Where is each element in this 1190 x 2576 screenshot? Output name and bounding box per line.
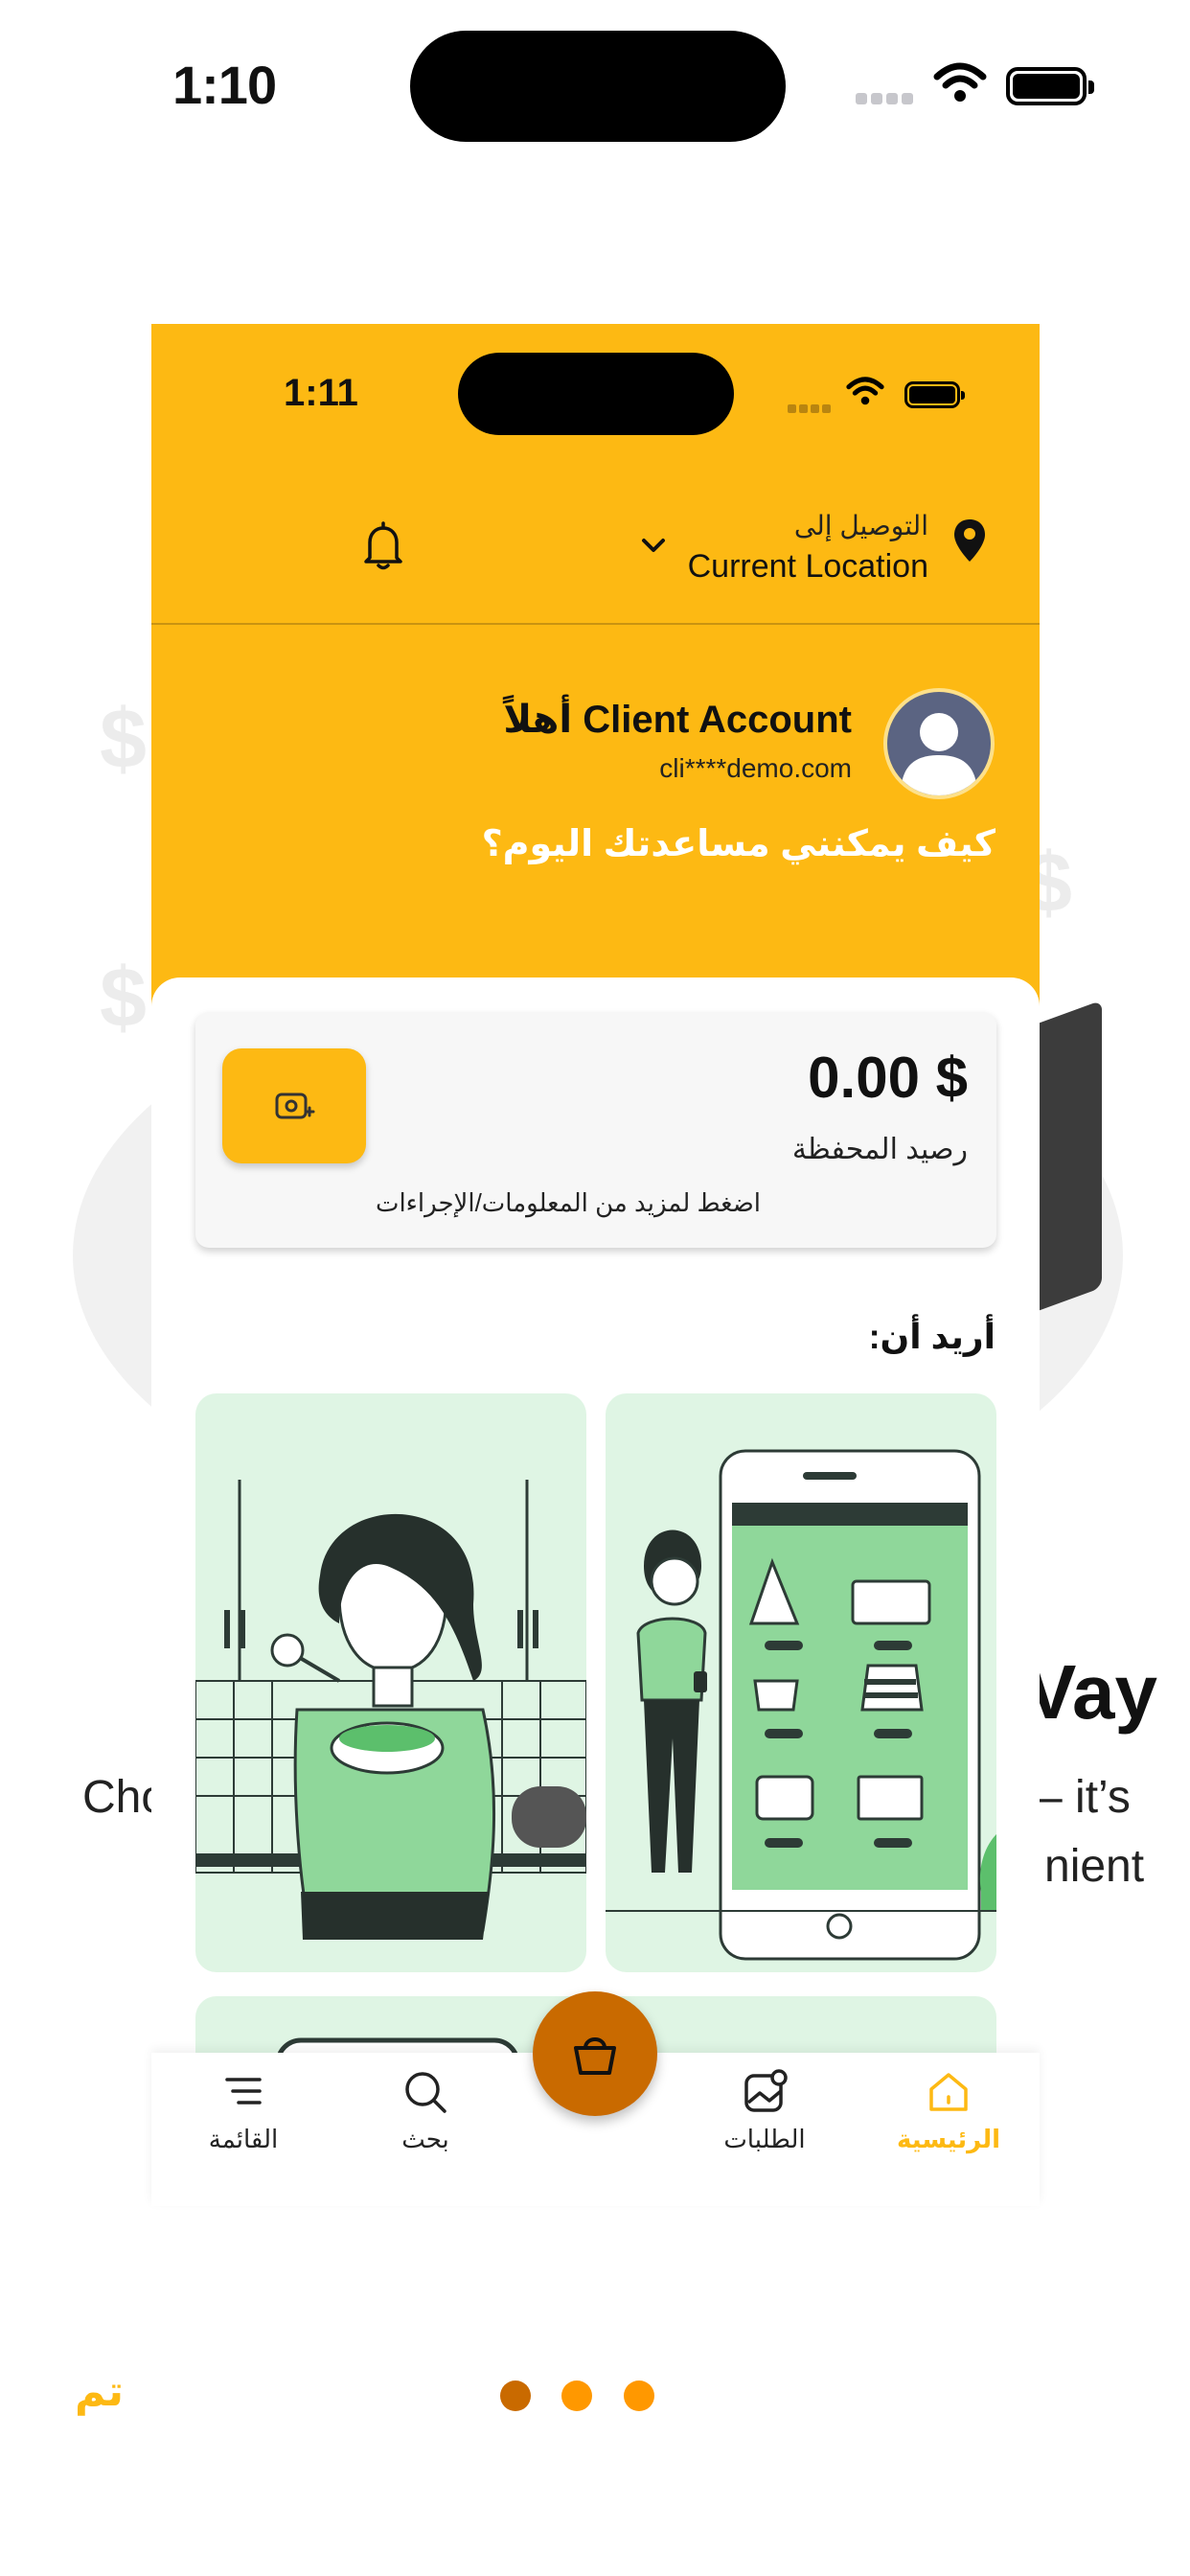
tab-orders-label: الطلبات — [723, 2125, 806, 2153]
greeting-text: أهلاً Client Account — [503, 699, 852, 741]
background-title-fragment: Vay — [1025, 1649, 1157, 1735]
outer-wifi-icon — [933, 62, 987, 102]
done-button[interactable]: تم — [75, 2367, 124, 2416]
shopping-illustration — [606, 1449, 996, 1961]
user-silhouette-icon — [901, 713, 977, 795]
tab-home-label: الرئيسية — [896, 2125, 1001, 2153]
orders-icon — [744, 2069, 788, 2112]
wallet-balance-amount: 0.00 $ — [808, 1046, 968, 1110]
section-title: أريد أن: — [868, 1317, 995, 1356]
home-icon — [929, 2073, 968, 2111]
wallet-add-icon — [275, 1092, 315, 1119]
user-email: cli****demo.com — [659, 753, 852, 783]
location-pin-icon[interactable] — [952, 518, 987, 564]
wallet-action-button[interactable] — [222, 1048, 366, 1163]
header-divider — [151, 623, 1040, 625]
outer-dynamic-island — [410, 31, 786, 142]
notification-bell-icon[interactable] — [360, 521, 406, 571]
page-dot-active[interactable] — [500, 2380, 531, 2411]
page-dot[interactable] — [623, 2380, 654, 2411]
tab-home[interactable]: الرئيسية — [891, 2068, 1006, 2154]
outer-status-time: 1:10 — [172, 55, 277, 115]
current-location-selector[interactable]: Current Location — [688, 548, 928, 586]
page-dot[interactable] — [561, 2380, 593, 2411]
cart-button[interactable] — [533, 1991, 657, 2116]
wallet-more-info-link[interactable]: اضغط لمزيد من المعلومات/الإجراءات — [376, 1188, 761, 1218]
inner-battery-icon — [904, 381, 965, 408]
background-text-fragment: nient — [1044, 1841, 1145, 1892]
dollar-decoration-icon: $ — [100, 691, 147, 786]
shopping-basket-icon — [574, 2037, 616, 2075]
inner-status-time: 1:11 — [284, 372, 358, 414]
dollar-decoration-icon: $ — [100, 950, 147, 1045]
avatar[interactable] — [883, 688, 995, 799]
chevron-down-icon[interactable] — [640, 537, 667, 556]
inner-signal-icon — [788, 401, 834, 418]
deliver-to-label: التوصيل إلى — [793, 511, 928, 540]
search-icon — [405, 2072, 446, 2113]
app-preview-screen: 1:11 التوصيل إلى Current Location أهلاً … — [151, 324, 1040, 2054]
wallet-balance-label: رصيد المحفظة — [791, 1134, 968, 1165]
background-text-fragment: – it’s — [1037, 1772, 1131, 1823]
help-prompt: كيف يمكنني مساعدتك اليوم؟ — [481, 824, 995, 864]
service-card-food[interactable] — [195, 1393, 586, 1972]
page-indicator[interactable] — [500, 2380, 681, 2416]
inner-wifi-icon — [846, 377, 884, 405]
menu-icon — [225, 2078, 262, 2104]
outer-battery-icon — [1006, 67, 1094, 105]
tab-menu[interactable]: القائمة — [186, 2068, 301, 2154]
wallet-card[interactable]: 0.00 $ رصيد المحفظة اضغط لمزيد من المعلو… — [195, 1012, 996, 1248]
service-card-shopping[interactable] — [606, 1393, 996, 1972]
tab-search[interactable]: بحث — [368, 2068, 483, 2154]
outer-signal-icon — [856, 92, 917, 104]
tab-search-label: بحث — [401, 2125, 449, 2153]
food-illustration — [195, 1480, 586, 1940]
tab-menu-label: القائمة — [208, 2125, 279, 2153]
inner-dynamic-island — [458, 353, 734, 435]
tab-orders[interactable]: الطلبات — [707, 2068, 822, 2154]
